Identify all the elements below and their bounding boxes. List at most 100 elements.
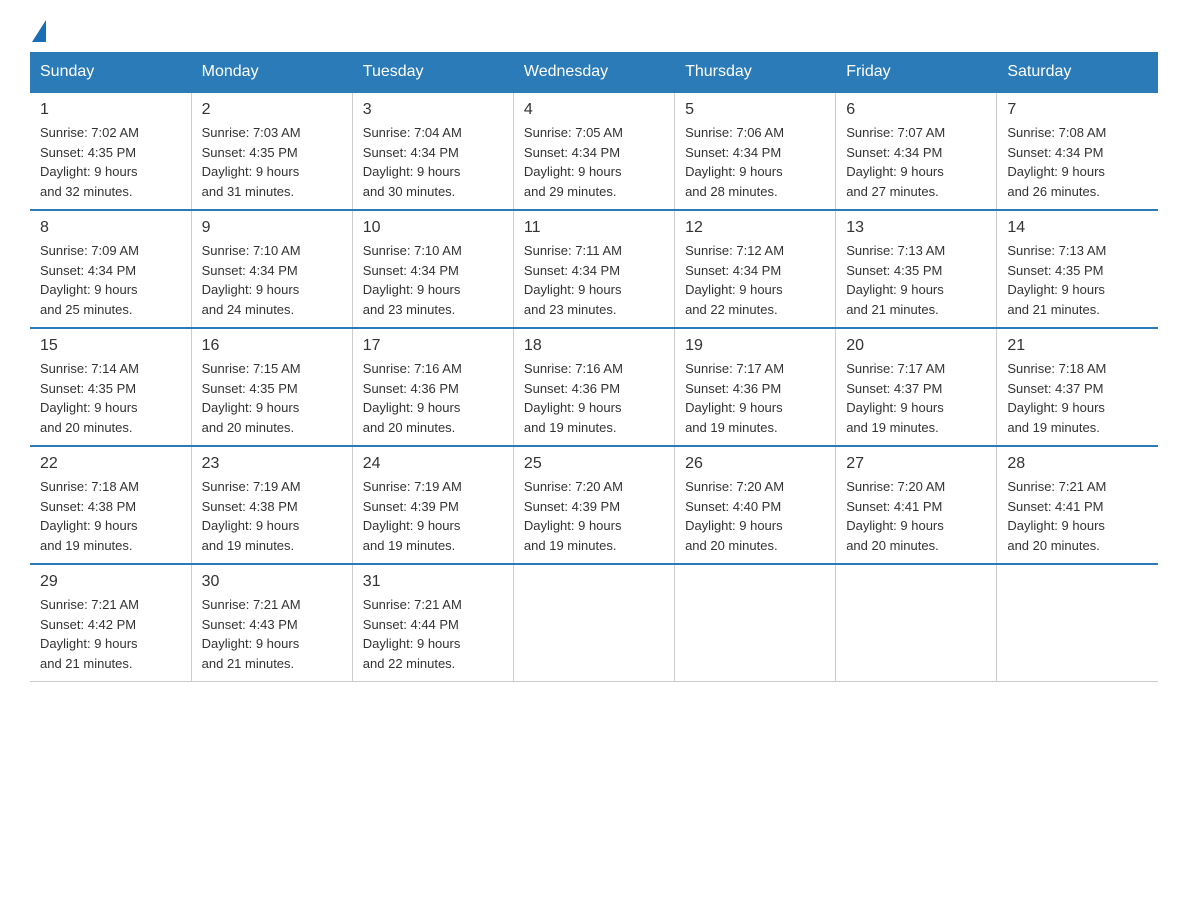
weekday-header-wednesday: Wednesday [513,53,674,93]
calendar-cell: 18 Sunrise: 7:16 AMSunset: 4:36 PMDayligh… [513,328,674,446]
day-info: Sunrise: 7:21 AMSunset: 4:41 PMDaylight:… [1007,477,1148,555]
logo [30,20,46,42]
weekday-header-saturday: Saturday [997,53,1158,93]
day-number: 20 [846,337,986,355]
calendar-cell: 19Sunrise: 7:17 AMSunset: 4:36 PMDayligh… [675,328,836,446]
calendar-cell: 15 Sunrise: 7:14 AMSunset: 4:35 PMDayligh… [30,328,191,446]
day-number: 30 [202,573,342,591]
weekday-header-monday: Monday [191,53,352,93]
calendar-cell: 16Sunrise: 7:15 AMSunset: 4:35 PMDayligh… [191,328,352,446]
calendar-cell: 25Sunrise: 7:20 AMSunset: 4:39 PMDayligh… [513,446,674,564]
calendar-cell: 12 Sunrise: 7:12 AMSunset: 4:34 PMDayligh… [675,210,836,328]
page-header [30,20,1158,42]
day-info: Sunrise: 7:10 AMSunset: 4:34 PMDaylight:… [202,241,342,319]
calendar-cell: 29 Sunrise: 7:21 AMSunset: 4:42 PMDayligh… [30,564,191,682]
day-number: 11 [524,219,664,237]
calendar-cell [675,564,836,682]
calendar-cell: 20 Sunrise: 7:17 AMSunset: 4:37 PMDayligh… [836,328,997,446]
day-info: Sunrise: 7:20 AMSunset: 4:40 PMDaylight:… [685,477,825,555]
calendar-cell: 8 Sunrise: 7:09 AMSunset: 4:34 PMDaylight… [30,210,191,328]
day-info: Sunrise: 7:06 AMSunset: 4:34 PMDaylight:… [685,123,825,201]
calendar-cell: 22Sunrise: 7:18 AMSunset: 4:38 PMDayligh… [30,446,191,564]
day-info: Sunrise: 7:19 AMSunset: 4:38 PMDaylight:… [202,477,342,555]
weekday-header-sunday: Sunday [30,53,191,93]
day-info: Sunrise: 7:14 AMSunset: 4:35 PMDaylight:… [40,359,181,437]
day-number: 18 [524,337,664,355]
calendar-cell: 14 Sunrise: 7:13 AMSunset: 4:35 PMDayligh… [997,210,1158,328]
day-number: 9 [202,219,342,237]
calendar-week-row: 22Sunrise: 7:18 AMSunset: 4:38 PMDayligh… [30,446,1158,564]
day-info: Sunrise: 7:10 AMSunset: 4:34 PMDaylight:… [363,241,503,319]
day-number: 17 [363,337,503,355]
calendar-cell: 3 Sunrise: 7:04 AMSunset: 4:34 PMDaylight… [352,92,513,210]
day-number: 4 [524,101,664,119]
day-number: 31 [363,573,503,591]
day-info: Sunrise: 7:18 AMSunset: 4:38 PMDaylight:… [40,477,181,555]
calendar-cell [997,564,1158,682]
day-number: 15 [40,337,181,355]
day-number: 27 [846,455,986,473]
weekday-header-row: SundayMondayTuesdayWednesdayThursdayFrid… [30,53,1158,93]
day-number: 14 [1007,219,1148,237]
day-info: Sunrise: 7:17 AMSunset: 4:37 PMDaylight:… [846,359,986,437]
calendar-week-row: 15 Sunrise: 7:14 AMSunset: 4:35 PMDayligh… [30,328,1158,446]
day-info: Sunrise: 7:16 AMSunset: 4:36 PMDaylight:… [524,359,664,437]
logo-triangle-icon [32,20,46,42]
calendar-cell [836,564,997,682]
day-number: 1 [40,101,181,119]
calendar-cell: 10 Sunrise: 7:10 AMSunset: 4:34 PMDayligh… [352,210,513,328]
day-info: Sunrise: 7:11 AMSunset: 4:34 PMDaylight:… [524,241,664,319]
calendar-cell: 1 Sunrise: 7:02 AMSunset: 4:35 PMDaylight… [30,92,191,210]
calendar-cell: 9 Sunrise: 7:10 AMSunset: 4:34 PMDaylight… [191,210,352,328]
calendar-cell: 30 Sunrise: 7:21 AMSunset: 4:43 PMDayligh… [191,564,352,682]
day-number: 2 [202,101,342,119]
day-number: 10 [363,219,503,237]
calendar-week-row: 29 Sunrise: 7:21 AMSunset: 4:42 PMDayligh… [30,564,1158,682]
day-number: 7 [1007,101,1148,119]
calendar-cell: 5 Sunrise: 7:06 AMSunset: 4:34 PMDaylight… [675,92,836,210]
day-info: Sunrise: 7:21 AMSunset: 4:42 PMDaylight:… [40,595,181,673]
weekday-header-thursday: Thursday [675,53,836,93]
calendar-cell [513,564,674,682]
day-info: Sunrise: 7:19 AMSunset: 4:39 PMDaylight:… [363,477,503,555]
calendar-cell: 26 Sunrise: 7:20 AMSunset: 4:40 PMDayligh… [675,446,836,564]
day-number: 13 [846,219,986,237]
day-info: Sunrise: 7:16 AMSunset: 4:36 PMDaylight:… [363,359,503,437]
day-number: 12 [685,219,825,237]
day-number: 26 [685,455,825,473]
weekday-header-tuesday: Tuesday [352,53,513,93]
calendar-cell: 4 Sunrise: 7:05 AMSunset: 4:34 PMDaylight… [513,92,674,210]
day-number: 29 [40,573,181,591]
calendar-week-row: 8 Sunrise: 7:09 AMSunset: 4:34 PMDaylight… [30,210,1158,328]
calendar-cell: 7 Sunrise: 7:08 AMSunset: 4:34 PMDaylight… [997,92,1158,210]
day-number: 19 [685,337,825,355]
day-info: Sunrise: 7:13 AMSunset: 4:35 PMDaylight:… [846,241,986,319]
day-info: Sunrise: 7:20 AMSunset: 4:41 PMDaylight:… [846,477,986,555]
day-number: 5 [685,101,825,119]
day-info: Sunrise: 7:21 AMSunset: 4:43 PMDaylight:… [202,595,342,673]
day-number: 6 [846,101,986,119]
day-info: Sunrise: 7:07 AMSunset: 4:34 PMDaylight:… [846,123,986,201]
day-number: 3 [363,101,503,119]
calendar-week-row: 1 Sunrise: 7:02 AMSunset: 4:35 PMDaylight… [30,92,1158,210]
weekday-header-friday: Friday [836,53,997,93]
day-info: Sunrise: 7:21 AMSunset: 4:44 PMDaylight:… [363,595,503,673]
calendar-cell: 24 Sunrise: 7:19 AMSunset: 4:39 PMDayligh… [352,446,513,564]
day-number: 25 [524,455,664,473]
day-number: 8 [40,219,181,237]
day-number: 24 [363,455,503,473]
day-info: Sunrise: 7:08 AMSunset: 4:34 PMDaylight:… [1007,123,1148,201]
day-info: Sunrise: 7:04 AMSunset: 4:34 PMDaylight:… [363,123,503,201]
day-info: Sunrise: 7:03 AMSunset: 4:35 PMDaylight:… [202,123,342,201]
day-info: Sunrise: 7:13 AMSunset: 4:35 PMDaylight:… [1007,241,1148,319]
day-info: Sunrise: 7:05 AMSunset: 4:34 PMDaylight:… [524,123,664,201]
day-info: Sunrise: 7:02 AMSunset: 4:35 PMDaylight:… [40,123,181,201]
calendar-cell: 28Sunrise: 7:21 AMSunset: 4:41 PMDayligh… [997,446,1158,564]
calendar-cell: 13 Sunrise: 7:13 AMSunset: 4:35 PMDayligh… [836,210,997,328]
day-info: Sunrise: 7:18 AMSunset: 4:37 PMDaylight:… [1007,359,1148,437]
calendar-cell: 6 Sunrise: 7:07 AMSunset: 4:34 PMDaylight… [836,92,997,210]
calendar-cell: 11 Sunrise: 7:11 AMSunset: 4:34 PMDayligh… [513,210,674,328]
day-info: Sunrise: 7:12 AMSunset: 4:34 PMDaylight:… [685,241,825,319]
calendar-cell: 31 Sunrise: 7:21 AMSunset: 4:44 PMDayligh… [352,564,513,682]
day-info: Sunrise: 7:09 AMSunset: 4:34 PMDaylight:… [40,241,181,319]
